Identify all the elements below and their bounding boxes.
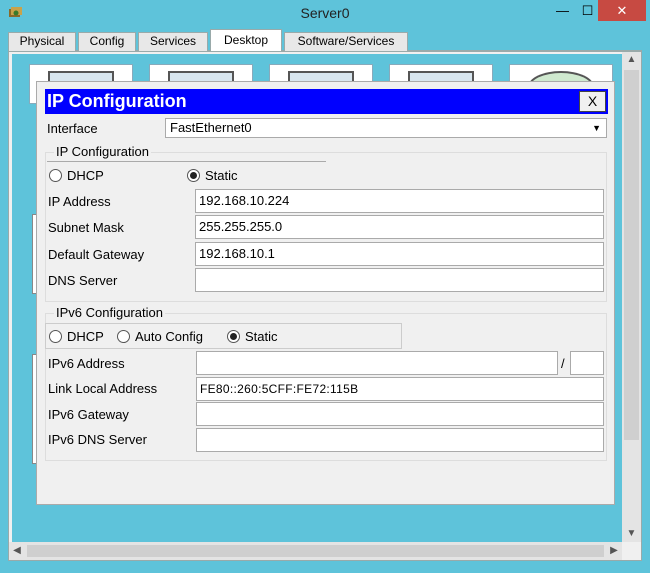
ipv6-prefix-field[interactable]: [570, 351, 604, 375]
ipv6-auto-config-radio[interactable]: Auto Config: [117, 329, 203, 344]
dialog-title: IP Configuration: [45, 89, 608, 114]
radio-unchecked-icon: [117, 330, 130, 343]
tab-software-services[interactable]: Software/Services: [284, 32, 408, 51]
ipv6-dhcp-label: DHCP: [67, 329, 104, 344]
link-local-field[interactable]: FE80::260:5CFF:FE72:115B: [196, 377, 604, 401]
dialog-close-button[interactable]: X: [579, 91, 606, 112]
ipv6-auto-config-label: Auto Config: [135, 329, 203, 344]
ipv6-static-radio[interactable]: Static: [227, 329, 278, 344]
radio-checked-icon: [187, 169, 200, 182]
ipv6-gateway-label: IPv6 Gateway: [48, 407, 129, 422]
tab-physical[interactable]: Physical: [8, 32, 76, 51]
ip-address-field[interactable]: 192.168.10.224: [195, 189, 604, 213]
ipv6-dhcp-radio[interactable]: DHCP: [49, 329, 104, 344]
chevron-down-icon: ▼: [592, 123, 601, 133]
vertical-scrollbar[interactable]: ▲ ▼: [622, 52, 641, 542]
ipv6-address-field[interactable]: [196, 351, 558, 375]
title-bar: Server0 — ☐ ✕: [0, 0, 650, 28]
dns-server-label: DNS Server: [48, 273, 118, 288]
horizontal-scroll-thumb[interactable]: [27, 545, 604, 557]
ip-configuration-dialog: IP Configuration X Interface FastEtherne…: [36, 81, 615, 505]
prefix-separator: /: [561, 356, 565, 371]
horizontal-scrollbar[interactable]: ◀ ▶: [9, 542, 622, 560]
minimize-button[interactable]: —: [549, 0, 576, 21]
tab-config[interactable]: Config: [78, 32, 136, 51]
ipv6-static-label: Static: [245, 329, 278, 344]
tab-bar: Physical Config Services Desktop Softwar…: [8, 29, 642, 51]
tab-services[interactable]: Services: [138, 32, 208, 51]
interface-select[interactable]: FastEthernet0 ▼: [165, 118, 607, 138]
ipv6-gateway-field[interactable]: [196, 402, 604, 426]
ipv6-dns-field[interactable]: [196, 428, 604, 452]
interface-select-value: FastEthernet0: [170, 120, 252, 135]
ipv4-group-divider: [47, 161, 326, 162]
ipv6-group-title: IPv6 Configuration: [54, 305, 165, 320]
ipv4-static-label: Static: [205, 168, 238, 183]
subnet-mask-field[interactable]: 255.255.255.0: [195, 215, 604, 239]
ip-address-label: IP Address: [48, 194, 111, 209]
close-window-button[interactable]: ✕: [598, 0, 646, 21]
default-gateway-label: Default Gateway: [48, 247, 145, 262]
scroll-up-icon[interactable]: ▲: [622, 52, 641, 68]
ipv4-dhcp-label: DHCP: [67, 168, 104, 183]
interface-label: Interface: [47, 121, 98, 136]
scroll-down-icon[interactable]: ▼: [622, 526, 641, 542]
link-local-label: Link Local Address: [48, 381, 158, 396]
server-window: Server0 — ☐ ✕ Physical Config Services D…: [0, 0, 650, 573]
ipv4-static-radio[interactable]: Static: [187, 168, 238, 183]
vertical-scroll-thumb[interactable]: [624, 70, 639, 440]
ipv4-dhcp-radio[interactable]: DHCP: [49, 168, 104, 183]
default-gateway-field[interactable]: 192.168.10.1: [195, 242, 604, 266]
scroll-right-icon[interactable]: ▶: [606, 542, 622, 560]
tab-desktop[interactable]: Desktop: [210, 29, 282, 51]
ipv6-dns-label: IPv6 DNS Server: [48, 432, 147, 447]
radio-unchecked-icon: [49, 330, 62, 343]
ipv6-address-label: IPv6 Address: [48, 356, 125, 371]
scroll-left-icon[interactable]: ◀: [9, 542, 25, 560]
dns-server-field[interactable]: [195, 268, 604, 292]
subnet-mask-label: Subnet Mask: [48, 220, 124, 235]
maximize-button[interactable]: ☐: [574, 0, 601, 21]
radio-unchecked-icon: [49, 169, 62, 182]
ipv4-group-title: IP Configuration: [54, 144, 151, 159]
radio-checked-icon: [227, 330, 240, 343]
